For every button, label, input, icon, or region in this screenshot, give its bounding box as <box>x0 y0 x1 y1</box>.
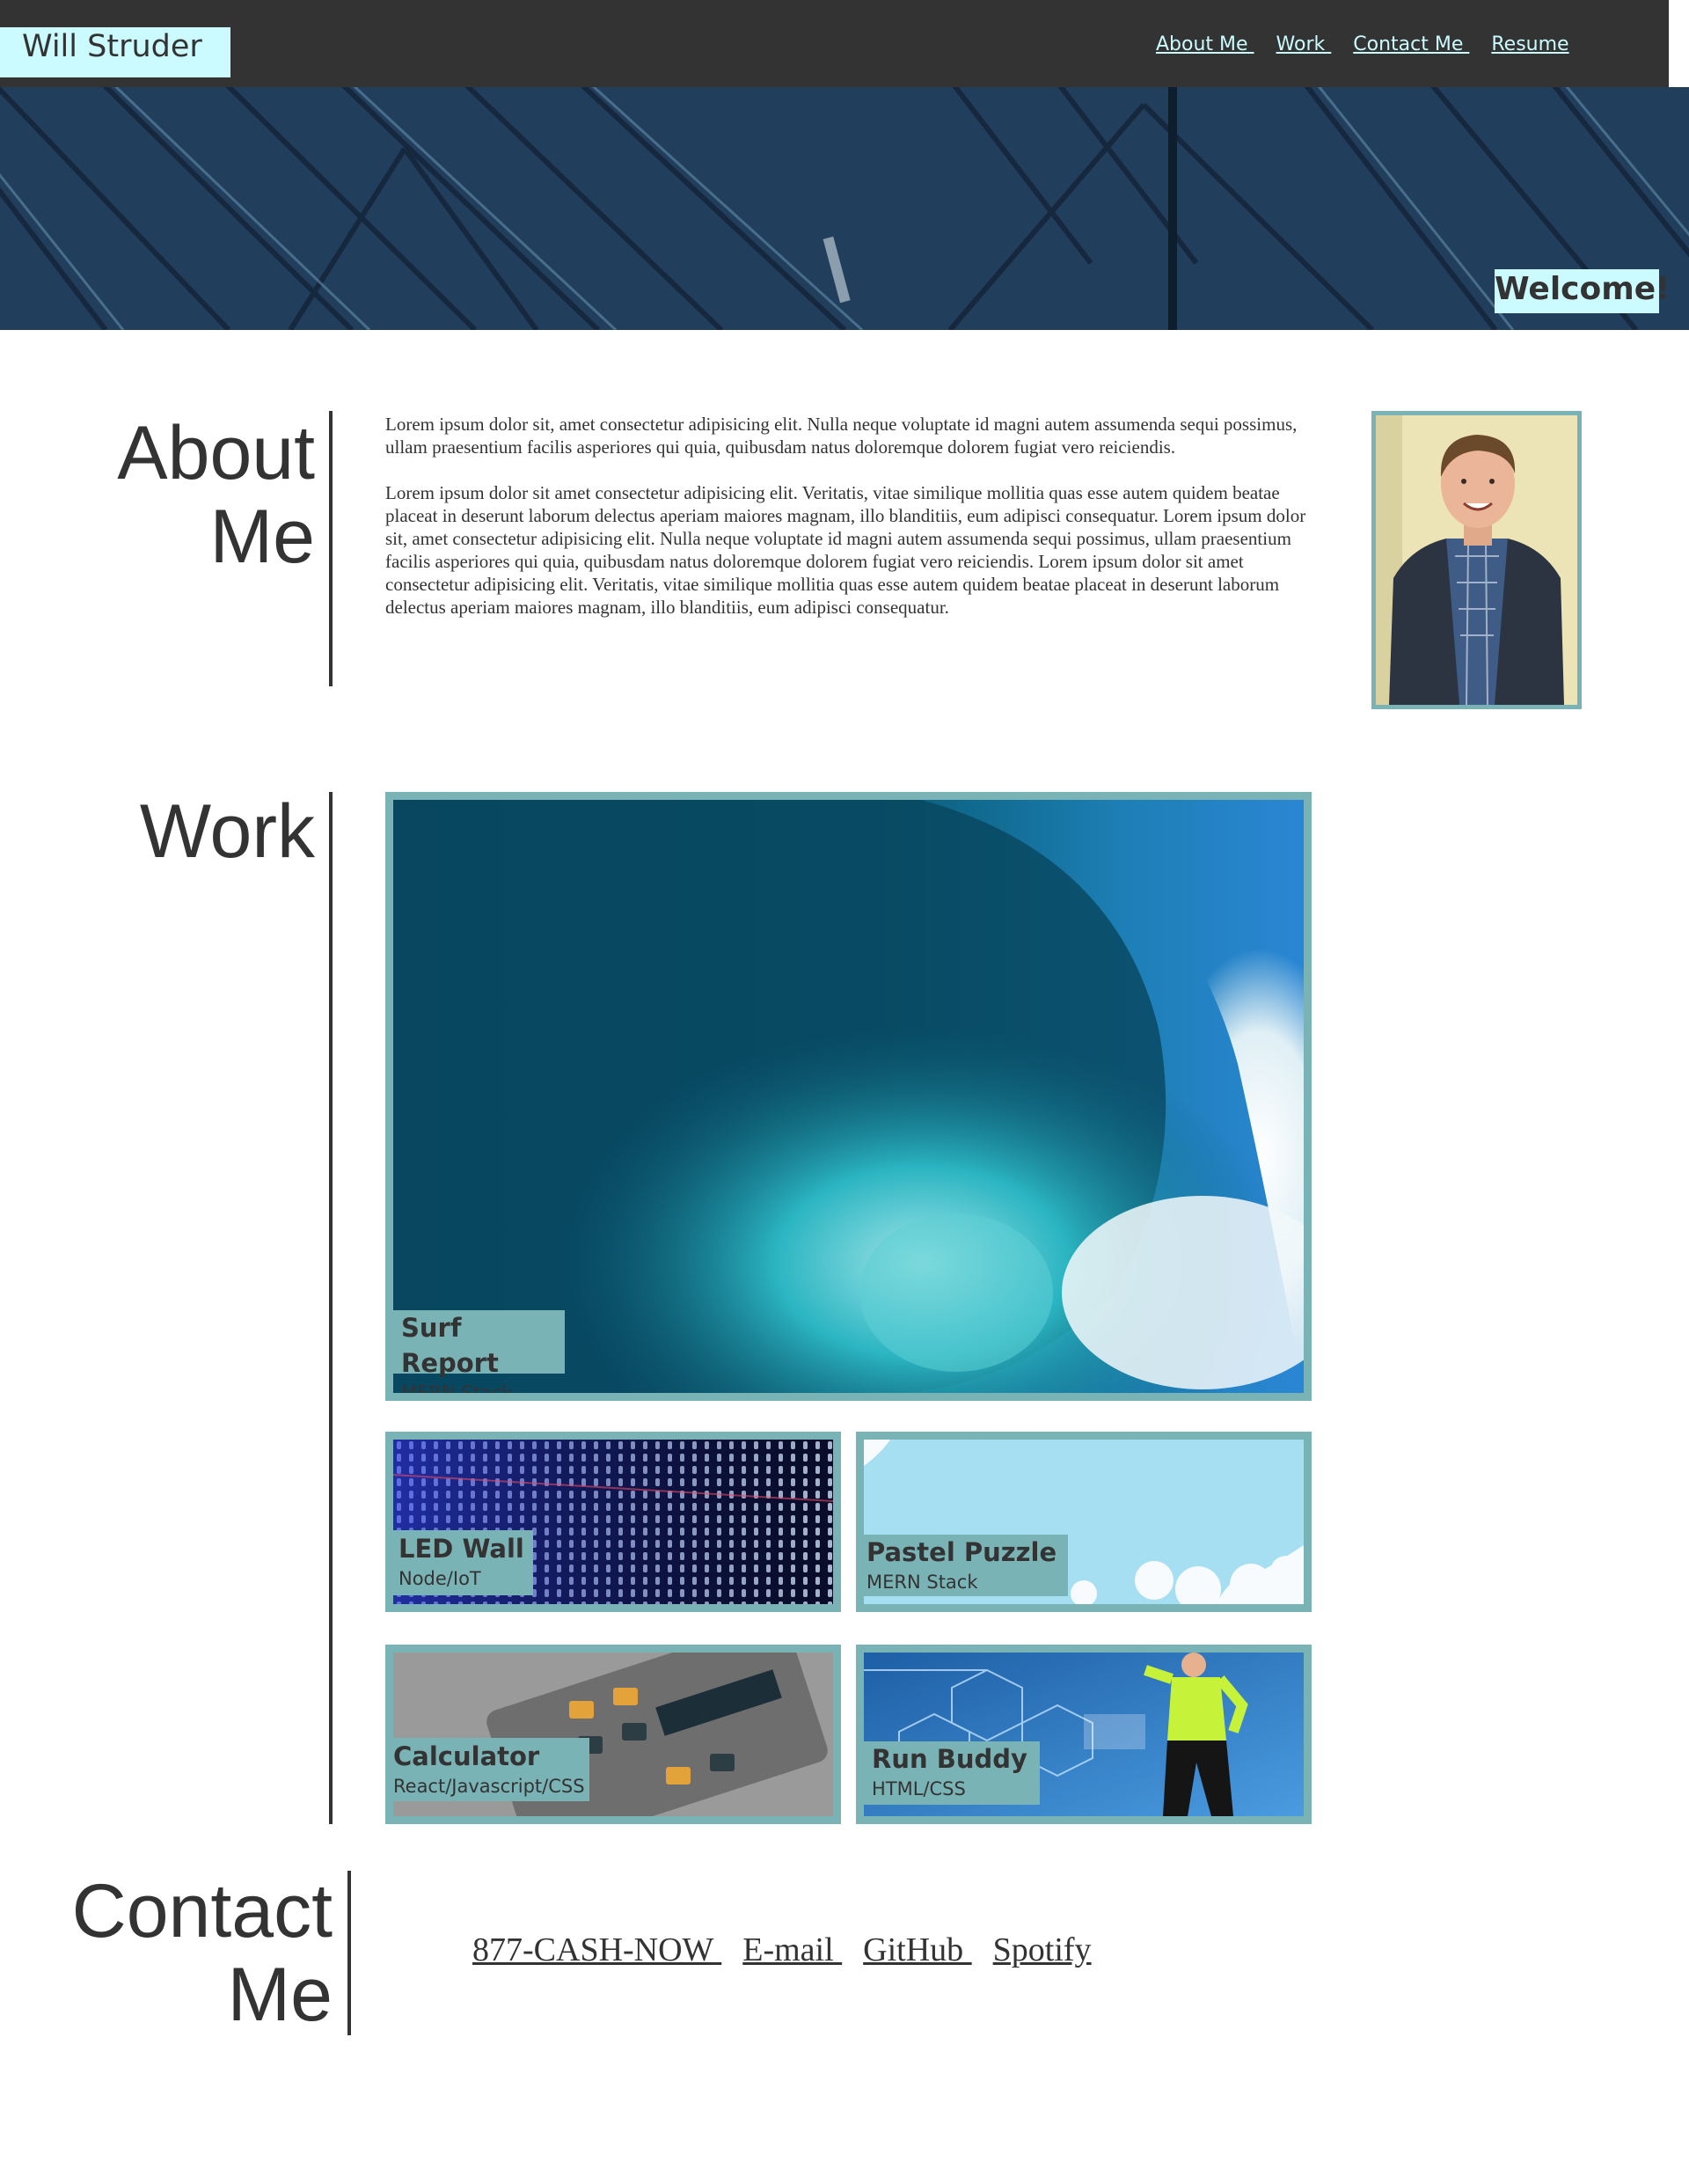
hero-wood-pattern <box>0 87 1689 330</box>
contact-heading-line2: Me <box>227 1953 333 2037</box>
project-card-surf-report[interactable]: Surf Report MERN Stack <box>385 792 1312 1401</box>
about-heading: About Me <box>79 412 315 579</box>
contact-links: 877-CASH-NOW E-mail GitHub Spotify <box>472 1931 1092 1969</box>
project-stack: MERN Stack <box>866 1572 978 1593</box>
contact-heading-line1: Contact <box>71 1869 333 1953</box>
led-wall-caption: LED Wall Node/IoT <box>393 1530 533 1595</box>
run-buddy-caption: Run Buddy HTML/CSS <box>864 1741 1040 1805</box>
nav-link-work[interactable]: Work <box>1276 33 1332 55</box>
nav-link-contact-me[interactable]: Contact Me <box>1353 33 1469 55</box>
about-text: Lorem ipsum dolor sit, amet consectetur … <box>385 413 1311 641</box>
project-card-calculator[interactable]: Calculator React/Javascript/CSS <box>385 1645 841 1824</box>
project-stack: HTML/CSS <box>872 1778 966 1799</box>
contact-link-spotify[interactable]: Spotify <box>993 1931 1092 1969</box>
project-title: LED Wall <box>398 1534 524 1564</box>
contact-heading: Contact Me <box>53 1870 333 2037</box>
calculator-caption: Calculator React/Javascript/CSS <box>393 1738 589 1801</box>
contact-divider <box>347 1871 351 2035</box>
project-stack: MERN Stack <box>401 1382 513 1401</box>
profile-photo-image <box>1376 415 1577 705</box>
surf-report-image <box>393 800 1304 1393</box>
about-heading-line1: About <box>117 411 315 495</box>
project-title: Pastel Puzzle <box>866 1537 1057 1567</box>
contact-link-phone[interactable]: 877-CASH-NOW <box>472 1931 721 1969</box>
nav-link-about-me[interactable]: About Me <box>1156 33 1254 55</box>
about-heading-line2: Me <box>209 495 315 579</box>
site-brand[interactable]: Will Struder <box>0 27 230 77</box>
welcome-badge: Welcome! <box>1495 269 1671 313</box>
site-header: Will Struder About Me Work Contact Me Re… <box>0 0 1669 87</box>
project-title: Surf Report <box>401 1313 499 1378</box>
project-title: Run Buddy <box>872 1744 1027 1774</box>
project-title: Calculator <box>393 1741 540 1771</box>
surf-report-caption: Surf Report MERN Stack <box>393 1310 565 1393</box>
main-nav: About Me Work Contact Me Resume <box>1156 33 1569 55</box>
work-heading: Work <box>139 789 315 874</box>
project-stack: Node/IoT <box>398 1568 481 1589</box>
about-divider <box>329 411 333 686</box>
profile-photo <box>1371 411 1582 709</box>
project-card-led-wall[interactable]: LED Wall Node/IoT <box>385 1432 841 1612</box>
about-paragraph: Lorem ipsum dolor sit amet consectetur a… <box>385 482 1306 618</box>
work-divider <box>329 792 333 1824</box>
project-card-pastel-puzzle[interactable]: Pastel Puzzle MERN Stack <box>856 1432 1312 1612</box>
contact-link-email[interactable]: E-mail <box>742 1931 842 1969</box>
pastel-puzzle-caption: Pastel Puzzle MERN Stack <box>864 1535 1068 1596</box>
about-paragraph: Lorem ipsum dolor sit, amet consectetur … <box>385 414 1298 458</box>
project-stack: React/Javascript/CSS <box>393 1776 585 1797</box>
hero-banner <box>0 87 1689 330</box>
contact-link-github[interactable]: GitHub <box>863 1931 972 1969</box>
project-card-run-buddy[interactable]: Run Buddy HTML/CSS <box>856 1645 1312 1824</box>
nav-link-resume[interactable]: Resume <box>1491 33 1568 55</box>
